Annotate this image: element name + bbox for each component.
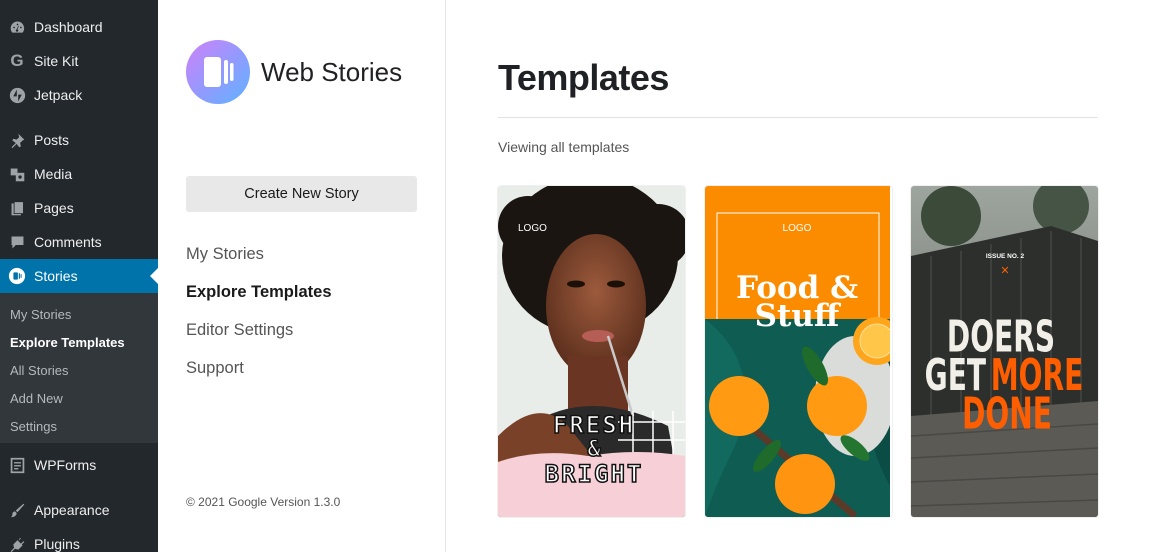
dashboard-icon xyxy=(0,19,34,36)
submenu-all-stories[interactable]: All Stories xyxy=(10,363,69,378)
menu-plugins[interactable]: Plugins xyxy=(0,527,158,552)
card3-x-mark: ✕ xyxy=(1000,264,1009,277)
google-g-icon: G xyxy=(10,51,24,70)
template-preview-fresh-bright: LOGO FRESH & BRIGHT xyxy=(498,186,685,517)
menu-label: Media xyxy=(34,166,73,182)
menu-wpforms[interactable]: WPForms xyxy=(0,448,158,482)
menu-media[interactable]: Media xyxy=(0,157,158,191)
submenu-my-stories[interactable]: My Stories xyxy=(10,307,71,322)
comment-icon xyxy=(0,234,34,251)
plug-icon xyxy=(0,536,34,552)
submenu-settings[interactable]: Settings xyxy=(10,419,57,434)
nav-explore-templates[interactable]: Explore Templates xyxy=(186,283,332,302)
template-card-fresh-bright[interactable]: LOGO FRESH & BRIGHT xyxy=(498,186,685,517)
nav-support[interactable]: Support xyxy=(186,359,244,378)
pin-icon xyxy=(0,132,34,149)
card1-line2: & xyxy=(587,437,601,462)
menu-label: Jetpack xyxy=(34,87,83,103)
jetpack-icon xyxy=(0,87,34,104)
wpforms-icon xyxy=(0,457,34,474)
menu-label: WPForms xyxy=(34,457,97,473)
wp-admin-sidebar: Dashboard G Site Kit Jetpack Posts Media… xyxy=(0,0,158,552)
menu-dashboard[interactable]: Dashboard xyxy=(0,10,158,44)
menu-label: Site Kit xyxy=(34,53,79,69)
title-divider xyxy=(498,117,1098,118)
menu-label: Stories xyxy=(34,268,78,284)
footer-version: © 2021 Google Version 1.3.0 xyxy=(186,495,341,509)
template-preview-food-stuff: LOGO Food & Stuff xyxy=(705,186,890,517)
menu-label: Pages xyxy=(34,200,74,216)
card1-line1: FRESH xyxy=(553,411,635,439)
menu-label: Plugins xyxy=(34,536,80,552)
card3-issue: ISSUE NO. 2 xyxy=(986,253,1025,260)
stories-icon xyxy=(0,267,34,285)
card1-logo: LOGO xyxy=(518,223,547,234)
media-icon xyxy=(0,166,34,183)
nav-editor-settings[interactable]: Editor Settings xyxy=(186,321,293,340)
paintbrush-icon xyxy=(0,502,34,519)
nav-my-stories[interactable]: My Stories xyxy=(186,245,264,264)
menu-label: Appearance xyxy=(34,502,110,518)
menu-label: Comments xyxy=(34,234,102,250)
card2-logo: LOGO xyxy=(783,223,812,234)
page-title: Templates xyxy=(498,57,669,98)
card3-line3: DONE xyxy=(962,388,1052,439)
submenu-add-new[interactable]: Add New xyxy=(10,391,63,406)
menu-label: Posts xyxy=(34,132,70,148)
create-new-story-button[interactable]: Create New Story xyxy=(186,176,417,212)
menu-site-kit[interactable]: G Site Kit xyxy=(0,44,158,78)
card1-line3: BRIGHT xyxy=(545,460,644,488)
card2-line2: Stuff xyxy=(755,298,842,334)
template-preview-doers: ISSUE NO. 2 ✕ DOERS GET MORE DONE xyxy=(911,186,1098,517)
pages-icon xyxy=(0,200,34,217)
menu-comments[interactable]: Comments xyxy=(0,225,158,259)
menu-jetpack[interactable]: Jetpack xyxy=(0,78,158,112)
web-stories-logo xyxy=(186,40,250,104)
submenu-explore-templates[interactable]: Explore Templates xyxy=(10,335,125,350)
stories-submenu: My Stories Explore Templates All Stories… xyxy=(0,293,158,443)
menu-pages[interactable]: Pages xyxy=(0,191,158,225)
viewing-label: Viewing all templates xyxy=(498,139,630,155)
web-stories-nav: Web Stories Create New Story My Stories … xyxy=(158,0,446,552)
menu-label: Dashboard xyxy=(34,19,103,35)
menu-stories[interactable]: Stories xyxy=(0,259,158,293)
menu-appearance[interactable]: Appearance xyxy=(0,493,158,527)
brand-name: Web Stories xyxy=(261,57,403,87)
template-card-doers[interactable]: ISSUE NO. 2 ✕ DOERS GET MORE DONE xyxy=(911,186,1098,517)
menu-posts[interactable]: Posts xyxy=(0,123,158,157)
template-card-food-stuff[interactable]: LOGO Food & Stuff xyxy=(705,186,892,517)
